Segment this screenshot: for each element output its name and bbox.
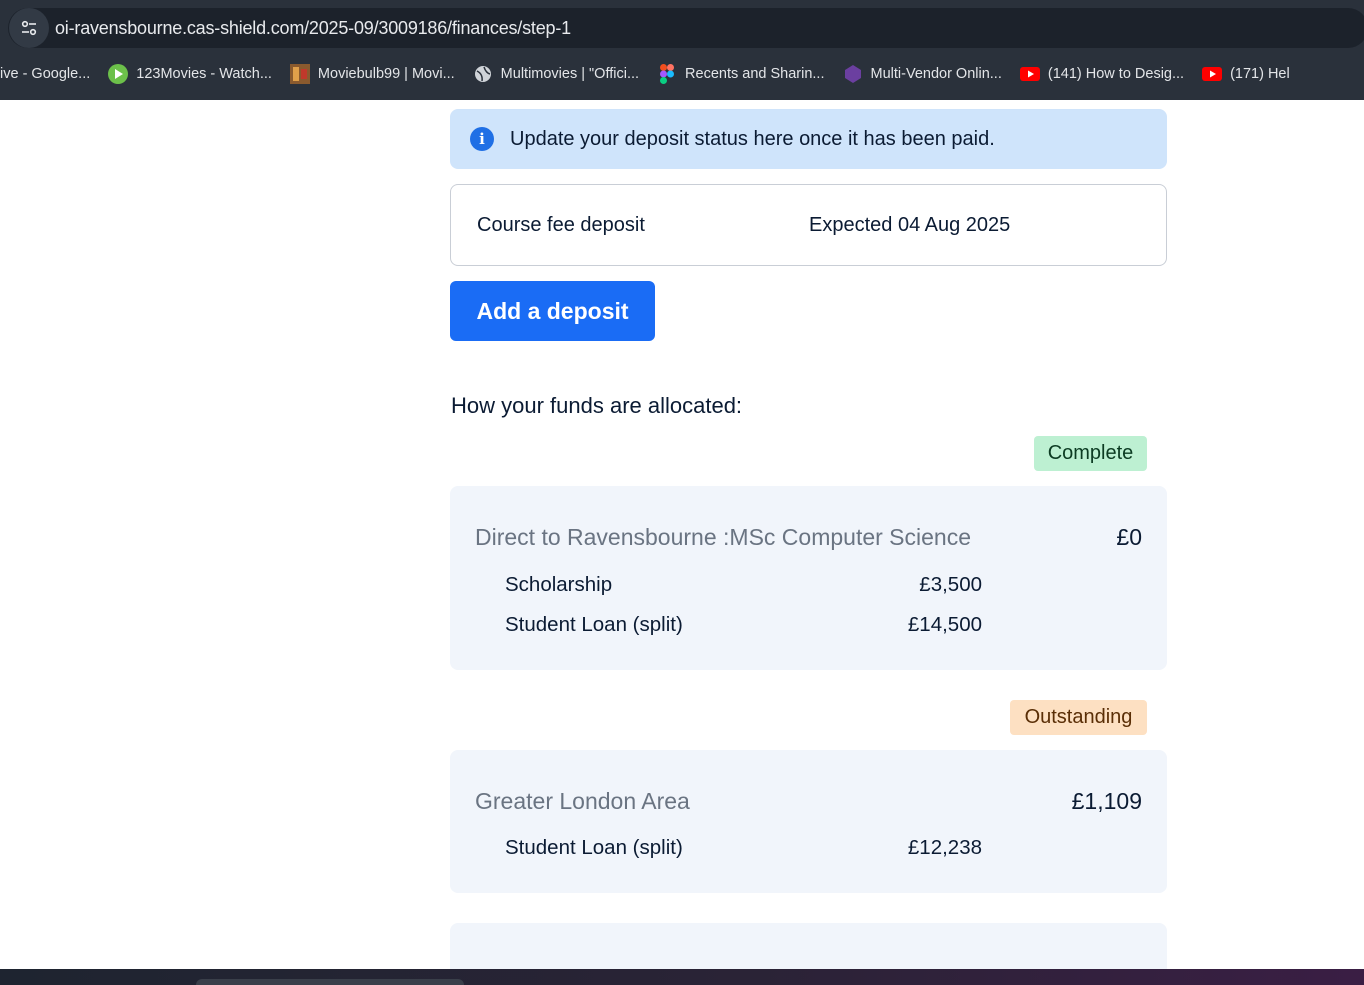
allocation-row: Scholarship £3,500 — [505, 573, 982, 597]
deposit-label: Course fee deposit — [477, 214, 645, 236]
allocation-card: Direct to Ravensbourne :MSc Computer Sci… — [450, 486, 1167, 670]
allocation-card: Greater London Area £1,109 Student Loan … — [450, 750, 1167, 893]
info-banner: i Update your deposit status here once i… — [450, 109, 1167, 169]
deposit-expected-date: Expected 04 Aug 2025 — [809, 214, 1011, 236]
status-badge-complete: Complete — [1034, 436, 1147, 471]
allocation-row: Student Loan (split) £14,500 — [505, 613, 982, 637]
globe-icon — [473, 64, 493, 84]
allocation-heading: How your funds are allocated: — [451, 393, 743, 418]
bookmark-label: Moviebulb99 | Movi... — [317, 66, 455, 82]
bookmark-youtube-171[interactable]: (171) Hel — [1202, 64, 1290, 84]
add-deposit-button[interactable]: Add a deposit — [450, 281, 655, 341]
play-circle-icon — [108, 64, 129, 84]
bookmark-label: (141) How to Desig... — [1047, 66, 1185, 82]
bookmark-label: ive - Google... — [0, 66, 91, 82]
allocation-row: Student Loan (split) £12,238 — [505, 836, 982, 860]
site-settings-icon[interactable] — [9, 8, 49, 48]
deposit-card: Course fee deposit Expected 04 Aug 2025 — [450, 184, 1167, 266]
bookmark-123movies[interactable]: 123Movies - Watch... — [108, 64, 272, 84]
youtube-icon — [1202, 64, 1223, 84]
youtube-icon — [1019, 64, 1040, 84]
info-icon: i — [470, 127, 494, 151]
allocation-row-amount: £14,500 — [907, 613, 982, 636]
bookmark-label: Recents and Sharin... — [685, 66, 825, 82]
allocation-total: £1,109 — [1071, 788, 1142, 814]
allocation-row-label: Student Loan (split) — [505, 836, 683, 859]
taskbar-search[interactable] — [196, 979, 464, 985]
allocation-title: Greater London Area — [475, 788, 690, 814]
bookmark-moviebulb[interactable]: Moviebulb99 | Movi... — [289, 64, 455, 84]
bookmarks-bar: ive - Google... 123Movies - Watch... Mov… — [0, 56, 1364, 92]
bookmark-label: 123Movies - Watch... — [136, 66, 272, 82]
bookmark-youtube-141[interactable]: (141) How to Desig... — [1019, 64, 1185, 84]
bookmark-figma[interactable]: Recents and Sharin... — [657, 64, 825, 84]
allocation-row-amount: £12,238 — [907, 836, 982, 859]
allocation-row-label: Scholarship — [505, 573, 613, 596]
allocation-row-amount: £3,500 — [919, 573, 982, 596]
allocation-title: Direct to Ravensbourne :MSc Computer Sci… — [475, 524, 971, 550]
allocation-total: £0 — [1116, 524, 1142, 550]
status-badge-outstanding: Outstanding — [1010, 700, 1147, 735]
bookmark-label: Multi-Vendor Onlin... — [870, 66, 1002, 82]
bookmark-label: (171) Hel — [1230, 66, 1290, 82]
bookmark-google-drive[interactable]: ive - Google... — [0, 66, 90, 82]
movie-thumbnail-icon — [289, 64, 310, 84]
bookmark-label: Multimovies | "Offici... — [500, 66, 640, 82]
address-bar[interactable]: oi-ravensbourne.cas-shield.com/2025-09/3… — [8, 8, 1364, 48]
bookmark-multi-vendor[interactable]: Multi-Vendor Onlin... — [843, 64, 1002, 84]
bookmark-multimovies[interactable]: Multimovies | "Offici... — [473, 64, 639, 84]
info-banner-text: Update your deposit status here once it … — [510, 127, 995, 150]
allocation-row-label: Student Loan (split) — [505, 613, 683, 636]
figma-icon — [657, 64, 677, 84]
hexagon-icon — [843, 64, 863, 84]
taskbar — [0, 969, 1364, 985]
browser-chrome: oi-ravensbourne.cas-shield.com/2025-09/3… — [0, 0, 1364, 100]
url-text[interactable]: oi-ravensbourne.cas-shield.com/2025-09/3… — [55, 18, 571, 39]
